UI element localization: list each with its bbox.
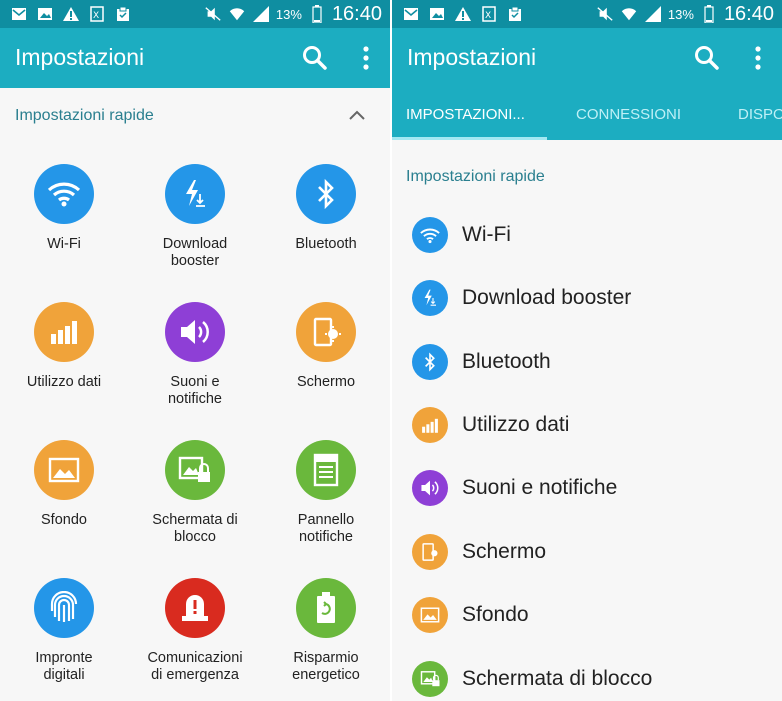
data-usage-icon [34,302,94,362]
tab-quick-settings[interactable]: IMPOSTAZIONI... [406,106,525,123]
chevron-up-icon[interactable] [348,108,366,120]
signal-icon [252,5,270,23]
grid-item-notification-panel[interactable]: Pannello notifiche [266,440,386,546]
grid-item-fingerprint[interactable]: Impronte digitali [4,578,124,684]
power-saving-icon [296,578,356,638]
clock: 16:40 [723,2,774,25]
active-tab-indicator [392,137,547,140]
mute-icon [596,5,614,23]
right-screen: X 13% 16:40 Impostazioni IMPOSTAZIONI...… [392,0,782,701]
status-bar: X 13% 16:40 [392,0,782,28]
battery-icon [308,5,326,23]
wifi-icon [228,5,246,23]
list-item-wallpaper[interactable]: Sfondo [392,585,782,648]
quick-settings-header[interactable]: Impostazioni rapide [0,88,390,142]
grid-item-lock-screen[interactable]: Schermata di blocco [135,440,255,546]
more-options-icon[interactable] [748,44,768,72]
download-booster-icon [412,280,448,316]
image-icon [36,5,54,23]
action-bar: Impostazioni [392,28,782,88]
battery-percent: 13% [275,6,302,22]
action-bar: Impostazioni [0,28,390,88]
email-icon [402,5,420,23]
grid-item-display[interactable]: Schermo [266,302,386,391]
email-icon [10,5,28,23]
wallpaper-icon [34,440,94,500]
svg-text:X: X [93,11,99,21]
wifi-icon [412,217,448,253]
grid-item-sounds[interactable]: Suoni e notifiche [135,302,255,408]
wifi-icon [620,5,638,23]
more-options-icon[interactable] [356,44,376,72]
battery-percent: 13% [667,6,694,22]
tab-connections[interactable]: CONNESSIONI [576,106,681,123]
grid-item-download-booster[interactable]: Download booster [135,164,255,270]
list-item-data-usage[interactable]: Utilizzo dati [392,395,782,458]
sound-icon [165,302,225,362]
section-title: Impostazioni rapide [406,168,545,185]
mute-icon [204,5,222,23]
grid-item-wifi[interactable]: Wi-Fi [4,164,124,253]
notification-panel-icon [296,440,356,500]
list-item-wifi[interactable]: Wi-Fi [392,205,782,268]
sound-icon [412,470,448,506]
lock-screen-icon [165,440,225,500]
search-icon[interactable] [694,45,720,71]
tab-device[interactable]: DISPO [738,106,782,123]
alert-icon [454,5,472,23]
emergency-icon [165,578,225,638]
list-item-display[interactable]: Schermo [392,522,782,585]
page-title: Impostazioni [15,44,145,70]
clock: 16:40 [331,2,382,25]
grid-item-power-saving[interactable]: Risparmio energetico [266,578,386,684]
list-item-download-booster[interactable]: Download booster [392,268,782,331]
section-title: Impostazioni rapide [15,107,154,124]
list-item-sounds[interactable]: Suoni e notifiche [392,458,782,521]
tab-bar: IMPOSTAZIONI... CONNESSIONI DISPO [392,88,782,140]
clipboard-icon [506,5,524,23]
display-icon [412,534,448,570]
image-icon [428,5,446,23]
bluetooth-icon [296,164,356,224]
grid-item-bluetooth[interactable]: Bluetooth [266,164,386,253]
lock-screen-icon [412,661,448,697]
grid-item-wallpaper[interactable]: Sfondo [4,440,124,529]
battery-icon [700,5,718,23]
page-title: Impostazioni [407,44,537,70]
grid-item-emergency[interactable]: Comunicazioni di emergenza [135,578,255,684]
excel-icon: X [88,5,106,23]
wifi-icon [34,164,94,224]
bluetooth-icon [412,344,448,380]
clipboard-icon [114,5,132,23]
signal-icon [644,5,662,23]
fingerprint-icon [34,578,94,638]
alert-icon [62,5,80,23]
wallpaper-icon [412,597,448,633]
search-icon[interactable] [302,45,328,71]
data-usage-icon [412,407,448,443]
display-icon [296,302,356,362]
grid-item-data-usage[interactable]: Utilizzo dati [4,302,124,391]
left-screen: X 13% 16:40 Impostazioni Impostazioni ra… [0,0,390,701]
list-item-lock-screen[interactable]: Schermata di blocco [392,649,782,701]
download-booster-icon [165,164,225,224]
list-item-bluetooth[interactable]: Bluetooth [392,332,782,395]
excel-icon: X [480,5,498,23]
svg-text:X: X [485,11,491,21]
status-bar: X 13% 16:40 [0,0,390,28]
